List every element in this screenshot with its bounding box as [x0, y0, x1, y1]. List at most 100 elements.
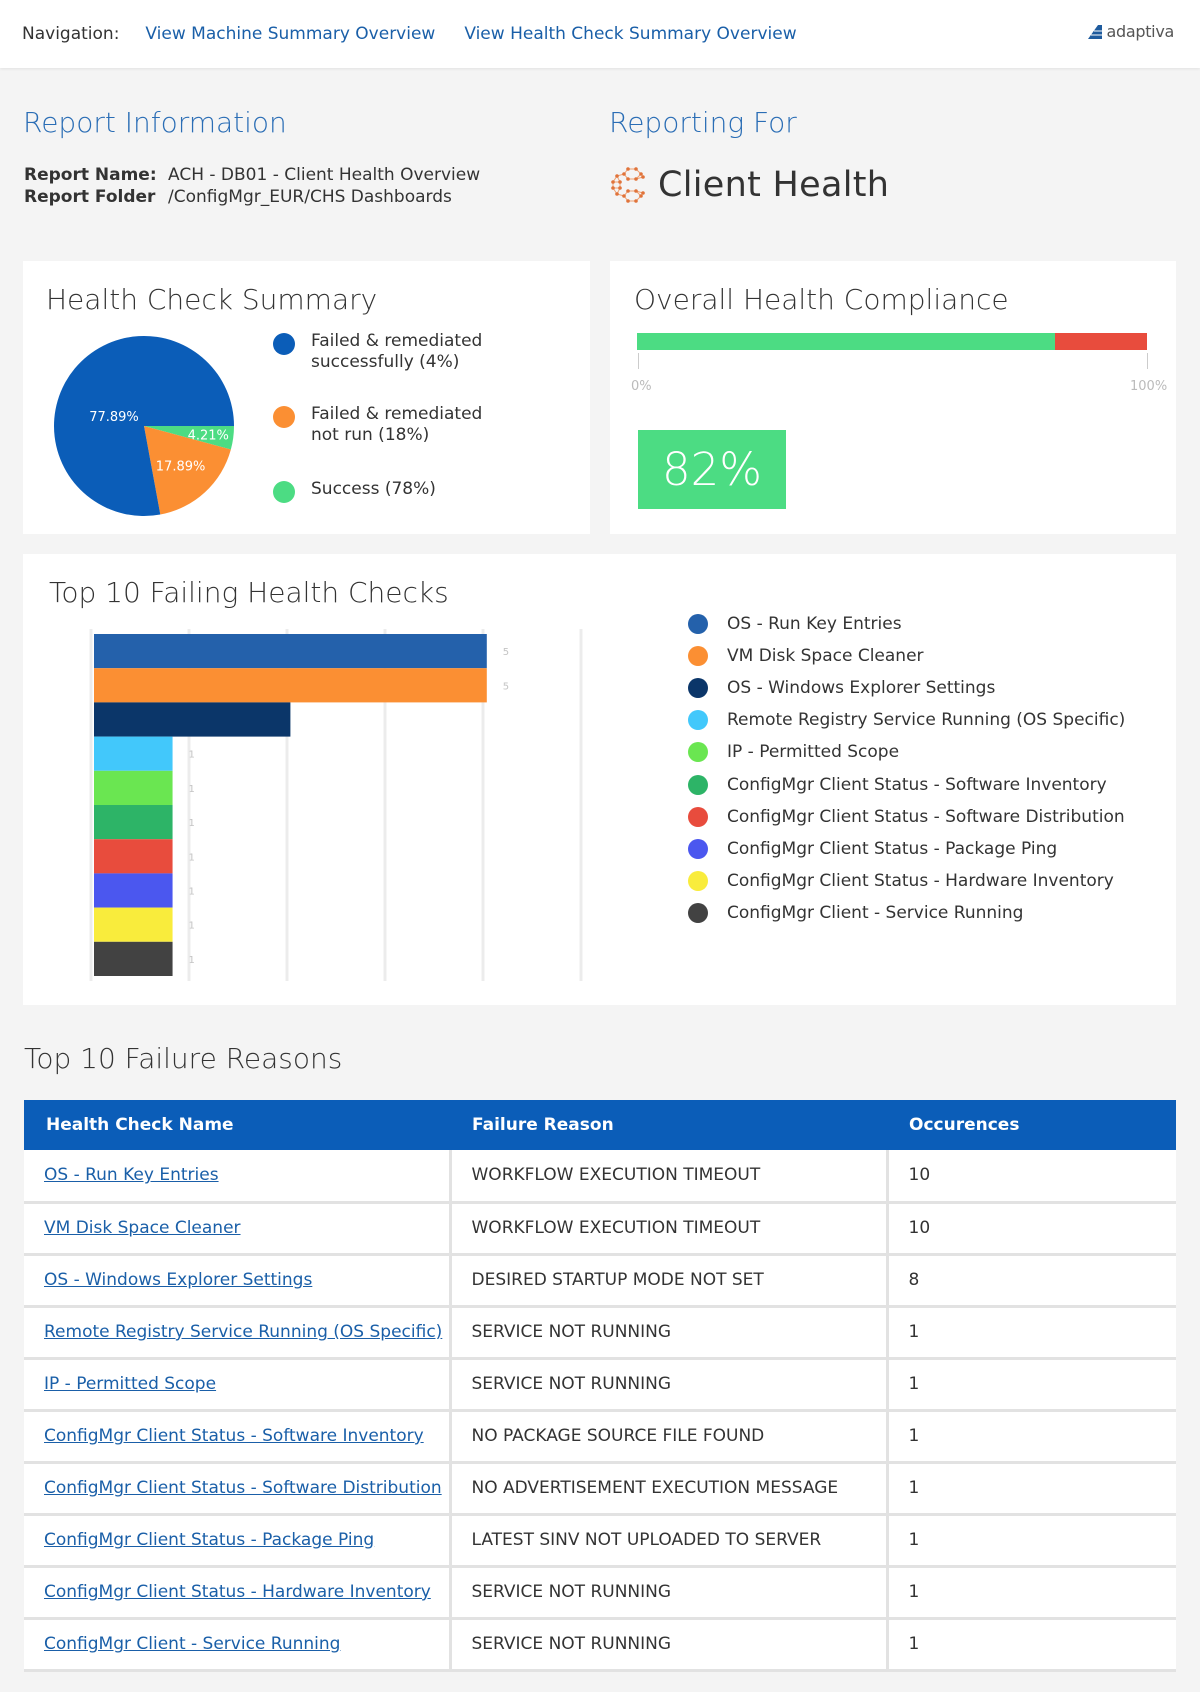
tick-label-0: 0%: [631, 379, 652, 394]
legend-dot-orange: [273, 406, 295, 428]
pie-legend-text: not run (18%): [311, 425, 430, 445]
table-row: ConfigMgr Client Status - Hardware Inven…: [24, 1566, 1176, 1620]
bar-legend-item: OS - Run Key Entries: [688, 614, 902, 634]
bar-3: [94, 702, 291, 737]
bar-legend-item: ConfigMgr Client Status - Software Distr…: [688, 806, 1125, 827]
tick-100: [1147, 353, 1148, 369]
failure-reason-cell: DESIRED STARTUP MODE NOT SET: [448, 1254, 889, 1308]
legend-dot-icon: [688, 838, 708, 859]
compliance-percentage-tile: 82%: [638, 430, 786, 509]
compliant-segment: [637, 333, 1056, 350]
bar-data-label: 1: [189, 784, 195, 795]
legend-dot-icon: [688, 774, 708, 795]
legend-dot-icon: [688, 806, 708, 827]
reporting-for-product: Client Health: [608, 165, 889, 205]
legend-dot-icon: [688, 646, 708, 667]
pie-legend-text: Failed & remediated: [311, 404, 483, 424]
health-check-link[interactable]: ConfigMgr Client Status - Package Ping: [44, 1530, 374, 1550]
bar-legend-label: OS - Windows Explorer Settings: [727, 678, 996, 699]
legend-dot-icon: [688, 870, 708, 891]
health-check-name-cell: OS - Run Key Entries: [24, 1150, 452, 1204]
legend-dot-blue: [273, 333, 295, 355]
pie-legend-text: successfully (4%): [311, 352, 460, 372]
health-check-link[interactable]: ConfigMgr Client Status - Hardware Inven…: [44, 1582, 431, 1602]
compliance-progress-bar: [637, 333, 1147, 350]
health-check-name-cell: VM Disk Space Cleaner: [24, 1202, 452, 1256]
legend-dot-icon: [688, 710, 708, 731]
health-check-link[interactable]: ConfigMgr Client Status - Software Distr…: [44, 1478, 442, 1498]
tick-0: [638, 353, 639, 369]
failure-reason-cell: SERVICE NOT RUNNING: [448, 1618, 889, 1672]
view-machine-summary-link[interactable]: View Machine Summary Overview: [145, 24, 435, 44]
brand-name: adaptiva: [1106, 22, 1174, 41]
legend-dot-icon: [688, 902, 708, 923]
bar-2: [94, 668, 487, 703]
table-row: ConfigMgr Client Status - Software Distr…: [24, 1462, 1176, 1516]
overall-health-compliance-card: Overall Health Compliance 0% 100% 82%: [610, 261, 1176, 534]
health-check-link[interactable]: ConfigMgr Client - Service Running: [44, 1634, 340, 1654]
bar-data-label: 1: [189, 852, 195, 863]
bar-data-label: 1: [189, 818, 195, 829]
health-check-link[interactable]: VM Disk Space Cleaner: [44, 1218, 241, 1238]
column-header-health-check-name[interactable]: Health Check Name: [24, 1100, 450, 1150]
health-check-name-cell: ConfigMgr Client Status - Package Ping: [24, 1514, 452, 1568]
table-row: IP - Permitted Scope SERVICE NOT RUNNING 1: [24, 1358, 1176, 1412]
health-check-link[interactable]: OS - Run Key Entries: [44, 1165, 219, 1185]
failure-reason-cell: NO PACKAGE SOURCE FILE FOUND: [448, 1410, 889, 1464]
bar-legend-item: ConfigMgr Client Status - Software Inven…: [688, 774, 1107, 795]
bar-data-label: 1: [189, 921, 195, 932]
pie-data-label: 77.89%: [89, 410, 139, 425]
occurences-cell: 8: [885, 1254, 1176, 1308]
occurences-cell: 1: [885, 1358, 1176, 1412]
bar-legend-item: ConfigMgr Client Status - Hardware Inven…: [688, 870, 1114, 891]
non-compliant-segment: [1055, 333, 1147, 350]
reporting-for-product-name: Client Health: [658, 165, 890, 205]
occurences-cell: 1: [885, 1306, 1176, 1360]
occurences-cell: 1: [885, 1566, 1176, 1620]
client-health-logo-icon: [611, 167, 645, 203]
report-folder-value: /ConfigMgr_EUR/CHS Dashboards: [168, 187, 452, 207]
navigation-label: Navigation:: [22, 24, 120, 44]
view-health-check-summary-link[interactable]: View Health Check Summary Overview: [464, 24, 796, 44]
report-information-title: Report Information: [23, 106, 287, 139]
bar-legend-label: ConfigMgr Client Status - Software Inven…: [727, 774, 1107, 795]
bar-data-label: 1: [189, 750, 195, 761]
bar-data-label: 1: [189, 887, 195, 898]
occurences-cell: 10: [885, 1150, 1176, 1204]
brand-logo: adaptiva: [1088, 22, 1174, 41]
pie-legend-text: Failed & remediated: [311, 331, 483, 351]
failure-reason-cell: WORKFLOW EXECUTION TIMEOUT: [448, 1202, 889, 1256]
bar-legend-label: ConfigMgr Client Status - Package Ping: [727, 838, 1058, 859]
bar-legend-item: IP - Permitted Scope: [688, 742, 899, 763]
report-name-key: Report Name:: [24, 165, 157, 185]
table-row: ConfigMgr Client Status - Package Ping LA…: [24, 1514, 1176, 1568]
table-row: OS - Windows Explorer Settings DESIRED ST…: [24, 1254, 1176, 1308]
failure-reason-cell: LATEST SINV NOT UPLOADED TO SERVER: [448, 1514, 889, 1568]
health-check-link[interactable]: IP - Permitted Scope: [44, 1374, 216, 1394]
occurences-cell: 1: [885, 1618, 1176, 1672]
health-check-name-cell: Remote Registry Service Running (OS Spec…: [24, 1306, 452, 1360]
table-header-row: Health Check Name Failure Reason Occuren…: [24, 1100, 1176, 1150]
pie-legend-item: Failed & remediated not run (18%): [273, 404, 533, 446]
table-row: VM Disk Space Cleaner WORKFLOW EXECUTION …: [24, 1202, 1176, 1256]
bar-5: [94, 770, 173, 805]
health-check-link[interactable]: OS - Windows Explorer Settings: [44, 1270, 312, 1290]
legend-dot-icon: [688, 742, 708, 763]
report-name-value: ACH - DB01 - Client Health Overview: [168, 165, 481, 185]
table-row: OS - Run Key Entries WORKFLOW EXECUTION T…: [24, 1150, 1176, 1204]
column-header-occurences[interactable]: Occurences: [887, 1100, 1176, 1150]
health-check-link[interactable]: ConfigMgr Client Status - Software Inven…: [44, 1426, 424, 1446]
occurences-cell: 1: [885, 1462, 1176, 1516]
health-check-name-cell: ConfigMgr Client Status - Hardware Inven…: [24, 1566, 452, 1620]
health-check-pie-chart: 4.21%17.89%77.89%: [53, 336, 234, 516]
bar-legend-label: Remote Registry Service Running (OS Spec…: [727, 710, 1126, 731]
occurences-cell: 1: [885, 1514, 1176, 1568]
occurences-cell: 10: [885, 1202, 1176, 1256]
column-header-failure-reason[interactable]: Failure Reason: [450, 1100, 887, 1150]
table-row: Remote Registry Service Running (OS Spec…: [24, 1306, 1176, 1360]
failure-reasons-table: Health Check Name Failure Reason Occuren…: [24, 1100, 1176, 1672]
health-check-link[interactable]: Remote Registry Service Running (OS Spec…: [44, 1322, 442, 1342]
pie-legend-item: Success (78%): [273, 479, 533, 503]
failure-reason-cell: WORKFLOW EXECUTION TIMEOUT: [448, 1150, 889, 1204]
top-failing-health-checks-card: Top 10 Failing Health Checks 5 5 1 1 1 1 1 1 1 O…: [23, 554, 1176, 1005]
